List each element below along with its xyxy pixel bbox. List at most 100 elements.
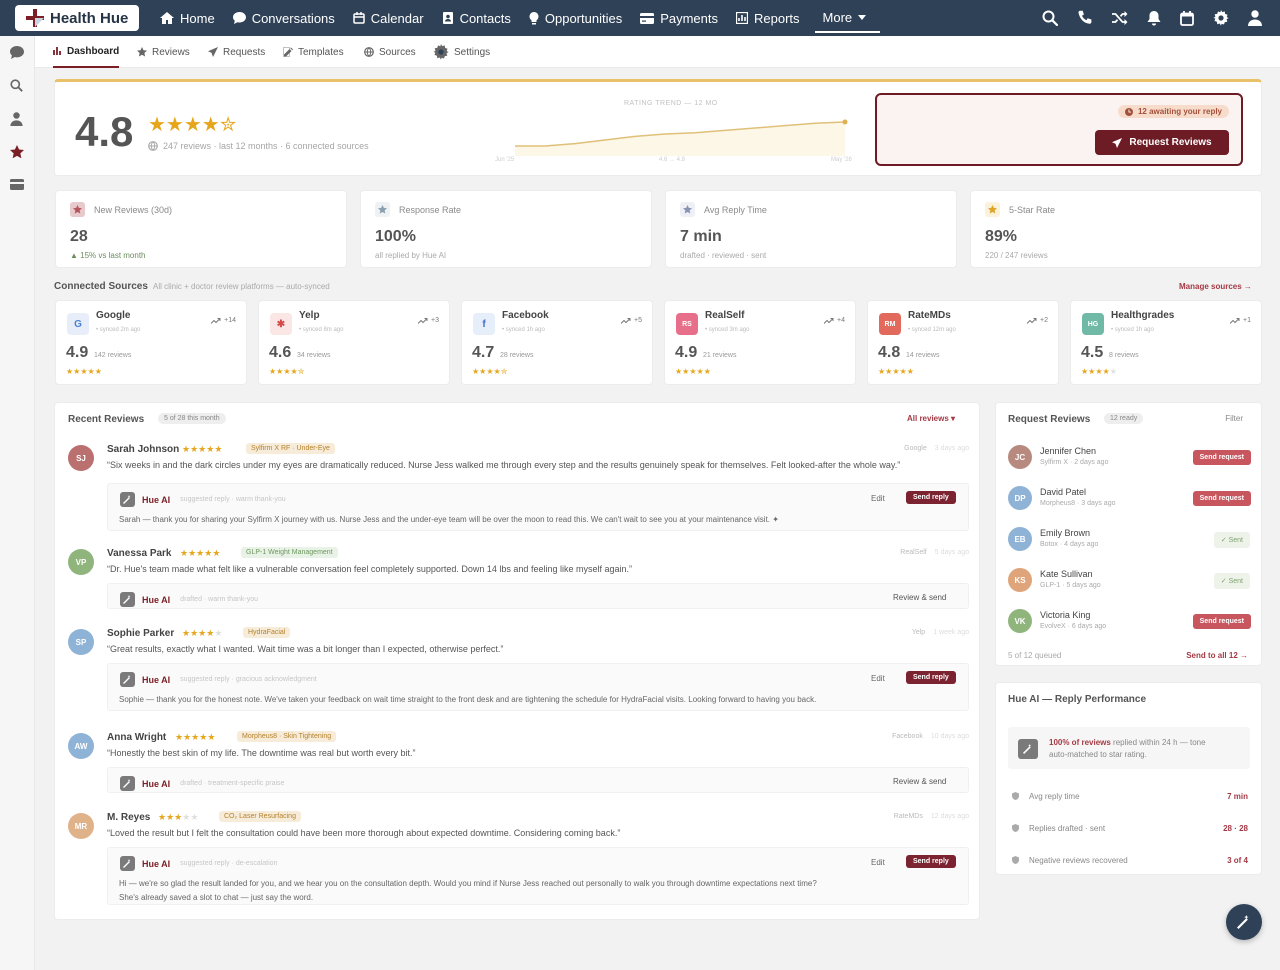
source-review-count: 14 reviews	[906, 352, 940, 359]
nav-link-contacts[interactable]: Contacts	[433, 0, 520, 36]
magic-wand-icon	[120, 492, 135, 507]
bell-icon[interactable]	[1147, 10, 1161, 26]
request-name: David Patel	[1040, 487, 1087, 497]
app-logo[interactable]: Health Hue	[15, 5, 139, 31]
request-sub: GLP-1 · 5 days ago	[1040, 582, 1101, 589]
nav-link-payments[interactable]: Payments	[631, 0, 727, 36]
chat-icon[interactable]	[10, 46, 24, 59]
trend-start-label: Jun '25	[495, 157, 515, 163]
review-item: SP Sophie Parker ★★★★★ HydraFacial Yelp 1…	[55, 620, 981, 720]
request-reviews-card: Request Reviews 12 ready Filter JC Jenni…	[995, 402, 1262, 666]
phone-icon[interactable]	[1077, 10, 1093, 26]
sent-status: ✓ Sent	[1213, 532, 1250, 548]
nav-link-conversations[interactable]: Conversations	[224, 0, 344, 36]
request-reviews-button[interactable]: Request Reviews	[1095, 130, 1229, 155]
sub-navigation: Dashboard Reviews Requests Templates Sources…	[35, 36, 1280, 68]
source-name: RealSelf	[705, 310, 745, 321]
user-icon[interactable]	[1248, 10, 1262, 26]
google-logo-icon: G	[67, 313, 89, 335]
manage-sources-link[interactable]: Manage sources →	[1179, 282, 1252, 291]
person-icon[interactable]	[10, 112, 23, 126]
treatment-chip[interactable]: CO₂ Laser Resurfacing	[219, 811, 301, 822]
request-row: EB Emily Brown Botox · 4 days ago ✓ Sent	[996, 525, 1263, 555]
review-and-send-button[interactable]: Review & send	[893, 777, 946, 786]
kpi-label: Avg Reply Time	[704, 205, 767, 215]
treatment-chip[interactable]: Morpheus8 · Skin Tightening	[237, 731, 337, 742]
nav-more-button[interactable]: More	[814, 3, 881, 33]
tab-templates[interactable]: Templates	[283, 36, 344, 68]
send-request-button[interactable]: Send request	[1192, 614, 1251, 629]
source-rating: 4.9	[66, 344, 89, 361]
source-card-yelp[interactable]: ✱ Yelp • synced 8m ago +3 4.6 34 reviews…	[258, 300, 450, 385]
send-request-button[interactable]: Send request	[1192, 491, 1251, 506]
avatar: JC	[1008, 445, 1032, 469]
source-card-facebook[interactable]: f Facebook • synced 1h ago +5 4.7 28 rev…	[461, 300, 653, 385]
review-stars: ★★★★★	[182, 444, 223, 454]
send-icon	[208, 47, 223, 57]
request-row: VK Victoria King EvolveX · 6 days ago Sen…	[996, 607, 1263, 637]
avatar: SJ	[68, 445, 94, 471]
edit-reply-button[interactable]: Edit	[871, 494, 885, 503]
review-and-send-button[interactable]: Review & send	[893, 593, 946, 602]
tab-reviews[interactable]: Reviews	[137, 36, 190, 68]
avatar: SP	[68, 629, 94, 655]
awaiting-badge[interactable]: 12 awaiting your reply	[1117, 105, 1229, 118]
gear-icon	[433, 44, 454, 60]
card-icon[interactable]	[10, 179, 24, 190]
nav-link-home[interactable]: Home	[151, 0, 224, 36]
star-icon[interactable]	[10, 145, 24, 159]
all-reviews-filter[interactable]: All reviews ▾	[907, 414, 955, 423]
nav-link-calendar[interactable]: Calendar	[344, 0, 433, 36]
source-review-count: 34 reviews	[297, 352, 331, 359]
review-text: “Loved the result but I felt the consult…	[107, 828, 621, 838]
review-item: SJ Sarah Johnson ★★★★★ Sylfirm X RF · Un…	[55, 436, 981, 536]
nav-link-opportunities[interactable]: Opportunities	[520, 0, 631, 36]
send-request-button[interactable]: Send request	[1192, 450, 1251, 465]
hue-ai-reply-box: Hue AI suggested reply · warm thank-you Ed…	[107, 483, 969, 531]
logo-mark-icon	[26, 9, 44, 27]
trend-icon	[1027, 317, 1037, 324]
tab-sources[interactable]: Sources	[364, 36, 416, 68]
source-card-healthgrades[interactable]: HG Healthgrades • synced 1h ago +1 4.5 8…	[1070, 300, 1262, 385]
trend-icon	[211, 317, 221, 324]
filter-button[interactable]: Filter	[1225, 414, 1243, 423]
globe-icon	[364, 47, 379, 57]
send-reply-button[interactable]: Send reply	[906, 491, 956, 504]
tab-dashboard[interactable]: Dashboard	[53, 36, 120, 68]
star-icon	[985, 202, 1000, 217]
send-reply-button[interactable]: Send reply	[906, 855, 956, 868]
sent-status: ✓ Sent	[1213, 573, 1250, 589]
source-card-google[interactable]: G Google • synced 2m ago +14 4.9 142 rev…	[55, 300, 247, 385]
source-card-realself[interactable]: RS RealSelf • synced 3m ago +4 4.9 21 re…	[664, 300, 856, 385]
nav-link-reports[interactable]: Reports	[727, 0, 809, 36]
treatment-chip[interactable]: GLP-1 Weight Management	[241, 547, 338, 558]
source-trend: +2	[1027, 317, 1048, 324]
tab-settings[interactable]: Settings	[433, 36, 490, 68]
magic-wand-icon	[120, 776, 135, 791]
tab-requests[interactable]: Requests	[208, 36, 265, 68]
treatment-chip[interactable]: HydraFacial	[243, 627, 291, 638]
search-icon[interactable]	[1042, 10, 1058, 26]
gear-icon[interactable]	[1213, 10, 1229, 26]
source-card-ratemds[interactable]: RM RateMDs • synced 12m ago +2 4.8 14 re…	[867, 300, 1059, 385]
search-icon[interactable]	[10, 79, 23, 92]
shuffle-icon[interactable]	[1112, 11, 1128, 25]
treatment-chip[interactable]: Sylfirm X RF · Under-Eye	[246, 443, 335, 454]
calendar-icon[interactable]	[1180, 10, 1194, 26]
edit-reply-button[interactable]: Edit	[871, 674, 885, 683]
source-trend: +14	[211, 317, 236, 324]
reviewer-name: M. Reyes	[107, 812, 151, 823]
kpi-value: 28	[70, 228, 88, 245]
send-all-link[interactable]: Send to all 12 →	[1186, 651, 1248, 660]
source-name: Facebook	[502, 310, 549, 321]
source-rating: 4.5	[1081, 344, 1104, 361]
hue-ai-reply-box: Hue AI drafted · treatment-specific prais…	[107, 767, 969, 793]
request-row: KS Kate Sullivan GLP-1 · 5 days ago ✓ Sen…	[996, 566, 1263, 596]
ai-assistant-button[interactable]	[1226, 904, 1262, 940]
ready-badge: 12 ready	[1104, 413, 1144, 424]
review-text: “Six weeks in and the dark circles under…	[107, 460, 901, 470]
send-reply-button[interactable]: Send reply	[906, 671, 956, 684]
perf-row: Replies drafted · sent 28 · 28	[1012, 821, 1248, 835]
edit-reply-button[interactable]: Edit	[871, 858, 885, 867]
ai-performance-card: Hue AI — Reply Performance 100% of revie…	[995, 682, 1262, 875]
